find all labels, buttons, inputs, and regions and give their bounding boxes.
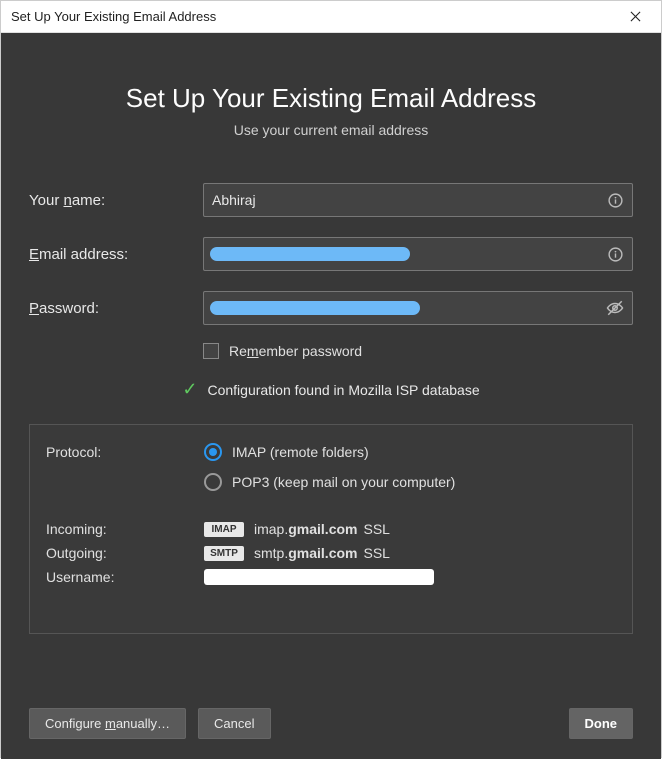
setup-window: Set Up Your Existing Email Address Set U… [0,0,662,758]
details-box: Protocol: IMAP (remote folders) POP3 (ke… [29,424,633,634]
content-area: Set Up Your Existing Email Address Use y… [1,33,661,759]
server-section: Incoming: IMAP imap.gmail.comSSL Outgoin… [46,521,616,585]
status-row: ✓ Configuration found in Mozilla ISP dat… [29,379,633,400]
cancel-button[interactable]: Cancel [198,708,270,739]
name-row: Your name: [29,183,633,217]
incoming-label: Incoming: [46,521,204,537]
name-input[interactable] [212,184,606,216]
pop3-row: POP3 (keep mail on your computer) [46,473,616,491]
protocol-row: Protocol: IMAP (remote folders) [46,443,616,461]
name-input-wrap [203,183,633,217]
incoming-value: imap.gmail.comSSL [254,521,390,537]
configure-manually-button[interactable]: Configure manually… [29,708,186,739]
password-input-wrap [203,291,633,325]
header: Set Up Your Existing Email Address Use y… [29,83,633,138]
imap-badge: IMAP [204,522,244,537]
remember-checkbox[interactable] [203,343,219,359]
status-text: Configuration found in Mozilla ISP datab… [207,382,479,398]
remember-row: Remember password [203,343,633,359]
close-button[interactable] [615,3,655,31]
username-row: Username: [46,569,616,585]
pop3-radio[interactable] [204,473,222,491]
info-icon[interactable] [606,245,624,263]
close-icon [630,11,641,22]
email-input-wrap [203,237,633,271]
protocol-label: Protocol: [46,444,204,460]
imap-radio[interactable] [204,443,222,461]
outgoing-label: Outgoing: [46,545,204,561]
password-row: Password: [29,291,633,325]
info-icon[interactable] [606,191,624,209]
titlebar: Set Up Your Existing Email Address [1,1,661,33]
password-input[interactable] [212,292,606,324]
remember-label[interactable]: Remember password [229,343,362,359]
smtp-badge: SMTP [204,546,244,561]
page-subtitle: Use your current email address [29,122,633,138]
button-row: Configure manually… Cancel Done [29,678,633,739]
check-icon: ✓ [182,379,197,400]
done-button[interactable]: Done [569,708,634,739]
pop3-radio-label[interactable]: POP3 (keep mail on your computer) [232,474,455,490]
incoming-row: Incoming: IMAP imap.gmail.comSSL [46,521,616,537]
password-label: Password: [29,300,203,317]
username-value-redacted [204,569,434,585]
email-row: Email address: [29,237,633,271]
name-label: Your name: [29,192,203,209]
email-label: Email address: [29,246,203,263]
window-title: Set Up Your Existing Email Address [11,9,216,24]
imap-radio-label[interactable]: IMAP (remote folders) [232,444,369,460]
eye-off-icon[interactable] [606,299,624,317]
outgoing-row: Outgoing: SMTP smtp.gmail.comSSL [46,545,616,561]
page-title: Set Up Your Existing Email Address [29,83,633,114]
username-label: Username: [46,569,204,585]
outgoing-value: smtp.gmail.comSSL [254,545,390,561]
email-input[interactable] [212,238,606,270]
